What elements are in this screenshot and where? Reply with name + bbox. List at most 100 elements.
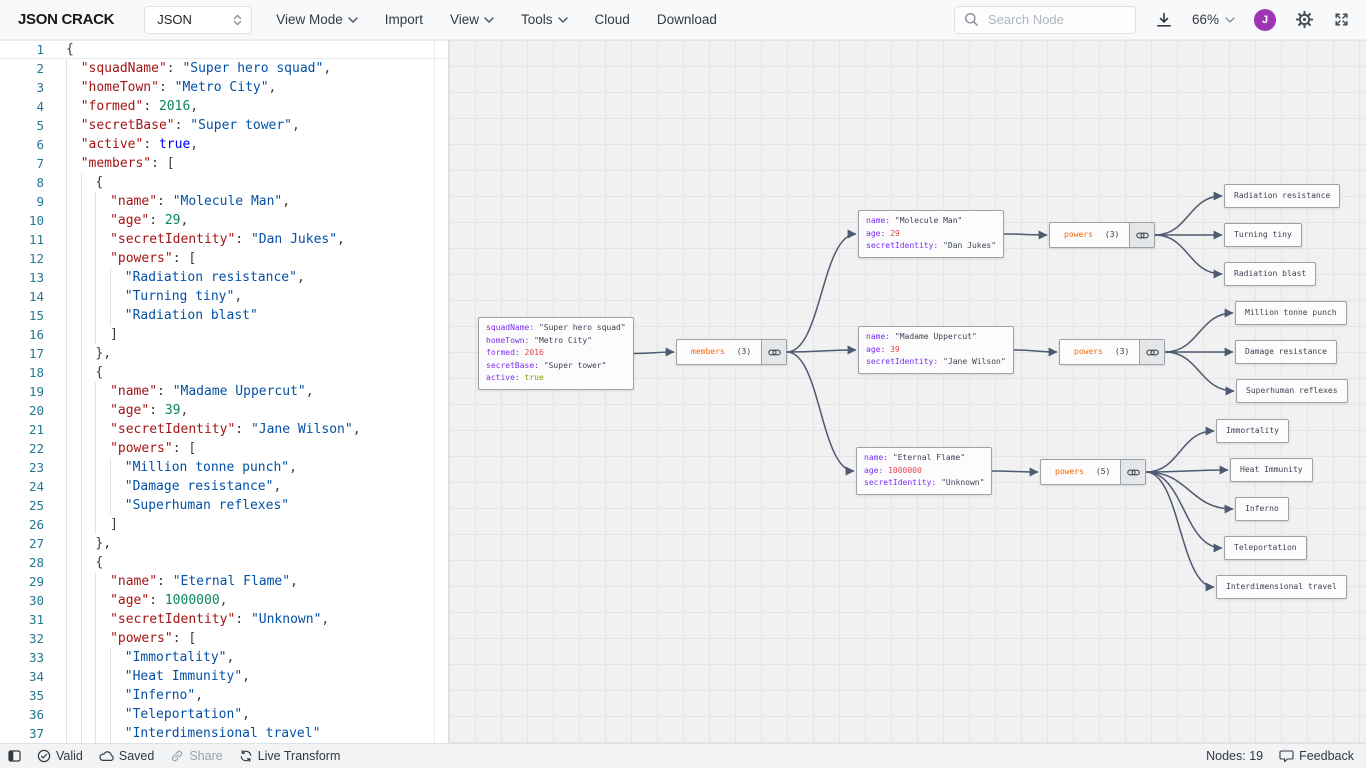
graph-node-l2c[interactable]: Superhuman reflexes xyxy=(1236,379,1348,403)
indent-guide xyxy=(81,287,96,306)
graph-node-l1b[interactable]: Turning tiny xyxy=(1224,223,1302,247)
menu-tools[interactable]: Tools xyxy=(521,12,568,27)
indent-guide xyxy=(66,173,81,192)
indent-guide xyxy=(95,686,110,705)
indent-guide xyxy=(95,572,110,591)
indent-guide xyxy=(66,344,81,363)
graph-node-l2b[interactable]: Damage resistance xyxy=(1235,340,1337,364)
menu-view-mode[interactable]: View Mode xyxy=(276,12,358,27)
line-number: 2 xyxy=(0,59,44,78)
line-number: 12 xyxy=(0,249,44,268)
toggle-editor-panel-button[interactable] xyxy=(8,750,21,762)
line-code: "Radiation resistance", xyxy=(44,268,447,287)
editor-line: 34"Heat Immunity", xyxy=(0,667,447,686)
valid-status: Valid xyxy=(37,749,83,763)
line-number: 31 xyxy=(0,610,44,629)
node-row: age: 1000000 xyxy=(864,465,984,478)
editor-line: 18{ xyxy=(0,363,447,382)
line-number: 11 xyxy=(0,230,44,249)
line-code: "age": 39, xyxy=(44,401,447,420)
expand-link-icon[interactable] xyxy=(761,340,786,364)
editor-line: 16] xyxy=(0,325,447,344)
graph-node-m1[interactable]: name: "Molecule Man"age: 29secretIdentit… xyxy=(858,210,1004,258)
indent-guide xyxy=(81,477,96,496)
line-number: 7 xyxy=(0,154,44,173)
search-icon xyxy=(964,12,979,27)
expand-link-icon[interactable] xyxy=(1120,460,1145,484)
expand-link-icon[interactable] xyxy=(1139,340,1164,364)
indent-guide xyxy=(95,325,110,344)
line-code: "secretIdentity": "Unknown", xyxy=(44,610,447,629)
graph-node-l3b[interactable]: Heat Immunity xyxy=(1230,458,1313,482)
graph-node-root[interactable]: squadName: "Super hero squad"homeTown: "… xyxy=(478,317,634,390)
format-select[interactable]: JSON xyxy=(144,6,252,34)
graph-node-m2[interactable]: name: "Madame Uppercut"age: 39secretIden… xyxy=(858,326,1014,374)
menu-import-label: Import xyxy=(385,12,423,27)
line-number: 14 xyxy=(0,287,44,306)
line-code: "name": "Madame Uppercut", xyxy=(44,382,447,401)
graph-node-l3e[interactable]: Interdimensional travel xyxy=(1216,575,1347,599)
line-number: 27 xyxy=(0,534,44,553)
menu-import[interactable]: Import xyxy=(385,12,423,27)
menu-view[interactable]: View xyxy=(450,12,494,27)
node-row: squadName: "Super hero squad" xyxy=(486,322,626,335)
indent-guide xyxy=(81,439,96,458)
search-node-input[interactable] xyxy=(986,11,1126,28)
graph-node-l2a[interactable]: Million tonne punch xyxy=(1235,301,1347,325)
indent-guide xyxy=(95,477,110,496)
indent-guide xyxy=(95,667,110,686)
indent-guide xyxy=(81,591,96,610)
menu-view-mode-label: View Mode xyxy=(276,12,343,27)
graph-node-p3[interactable]: powers(5) xyxy=(1040,459,1146,485)
node-row: secretBase: "Super tower" xyxy=(486,360,626,373)
graph-node-p1[interactable]: powers(3) xyxy=(1049,222,1155,248)
editor-line: 19"name": "Madame Uppercut", xyxy=(0,382,447,401)
graph-node-l3d[interactable]: Teleportation xyxy=(1224,536,1307,560)
indent-guide xyxy=(66,439,81,458)
zoom-control[interactable]: 66% xyxy=(1192,12,1235,27)
avatar-initial: J xyxy=(1262,14,1268,26)
line-code: "squadName": "Super hero squad", xyxy=(44,59,447,78)
menu-download[interactable]: Download xyxy=(657,12,717,27)
line-number: 13 xyxy=(0,268,44,287)
indent-guide xyxy=(95,496,110,515)
feedback-button[interactable]: Feedback xyxy=(1279,749,1354,763)
indent-guide xyxy=(81,534,96,553)
editor-scrollbar[interactable] xyxy=(434,40,435,743)
editor-lines: 1{2"squadName": "Super hero squad",3"hom… xyxy=(0,40,447,743)
leaf-node-text: Interdimensional travel xyxy=(1226,582,1337,591)
graph-node-l3a[interactable]: Immortality xyxy=(1216,419,1289,443)
expand-link-icon[interactable] xyxy=(1129,223,1154,247)
settings-gear-button[interactable] xyxy=(1295,10,1314,29)
graph-node-l1c[interactable]: Radiation blast xyxy=(1224,262,1316,286)
graph-node-m3[interactable]: name: "Eternal Flame"age: 1000000secretI… xyxy=(856,447,992,495)
line-number: 35 xyxy=(0,686,44,705)
live-transform-toggle[interactable]: Live Transform xyxy=(239,749,341,763)
line-number: 15 xyxy=(0,306,44,325)
download-image-button[interactable] xyxy=(1155,11,1173,29)
leaf-node-text: Immortality xyxy=(1226,426,1279,435)
indent-guide xyxy=(66,401,81,420)
array-node-label: members xyxy=(677,340,725,364)
editor-line: 35"Inferno", xyxy=(0,686,447,705)
fullscreen-button[interactable] xyxy=(1333,11,1350,28)
user-avatar[interactable]: J xyxy=(1254,9,1276,31)
search-node-box[interactable] xyxy=(954,6,1136,34)
feedback-label: Feedback xyxy=(1299,749,1354,763)
array-node-label: powers xyxy=(1041,460,1084,484)
line-code: "Million tonne punch", xyxy=(44,458,447,477)
menu-cloud[interactable]: Cloud xyxy=(595,12,630,27)
graph-canvas[interactable]: squadName: "Super hero squad"homeTown: "… xyxy=(448,40,1366,743)
indent-guide xyxy=(66,382,81,401)
json-editor[interactable]: 1{2"squadName": "Super hero squad",3"hom… xyxy=(0,40,447,743)
graph-node-members[interactable]: members(3) xyxy=(676,339,787,365)
saved-status[interactable]: Saved xyxy=(99,749,154,763)
indent-guide xyxy=(81,401,96,420)
indent-guide xyxy=(66,477,81,496)
graph-node-p2[interactable]: powers(3) xyxy=(1059,339,1165,365)
zoom-level: 66% xyxy=(1192,12,1219,27)
line-code: "active": true, xyxy=(44,135,447,154)
graph-node-l3c[interactable]: Inferno xyxy=(1235,497,1289,521)
share-button[interactable]: Share xyxy=(170,749,222,763)
graph-node-l1a[interactable]: Radiation resistance xyxy=(1224,184,1340,208)
